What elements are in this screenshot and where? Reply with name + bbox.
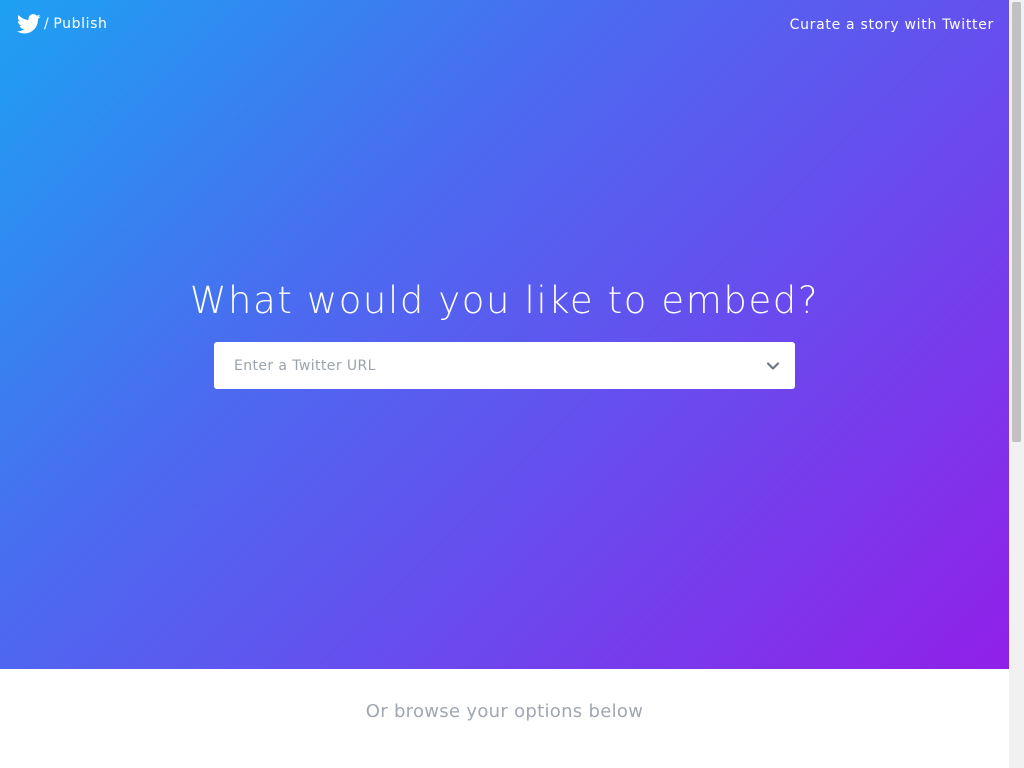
curate-story-link[interactable]: Curate a story with Twitter [790, 17, 994, 33]
scrollbar-thumb[interactable] [1012, 2, 1021, 442]
vertical-scrollbar[interactable] [1009, 0, 1024, 768]
page-title: What would you like to embed? [189, 279, 820, 322]
brand-label: Publish [53, 16, 108, 32]
page: / Publish Curate a story with Twitter Wh… [0, 0, 1024, 768]
twitter-url-input[interactable] [214, 342, 744, 389]
brand-separator: / [44, 16, 50, 32]
browse-section: Or browse your options below [0, 669, 1009, 768]
url-input-box [214, 342, 795, 389]
top-bar: / Publish Curate a story with Twitter [0, 0, 1009, 52]
browse-options-text: Or browse your options below [365, 701, 644, 722]
publish-home-link[interactable]: / Publish [17, 14, 107, 34]
hero-section: / Publish Curate a story with Twitter Wh… [0, 0, 1009, 669]
chevron-down-icon[interactable] [765, 358, 781, 374]
twitter-bird-icon [17, 14, 41, 34]
